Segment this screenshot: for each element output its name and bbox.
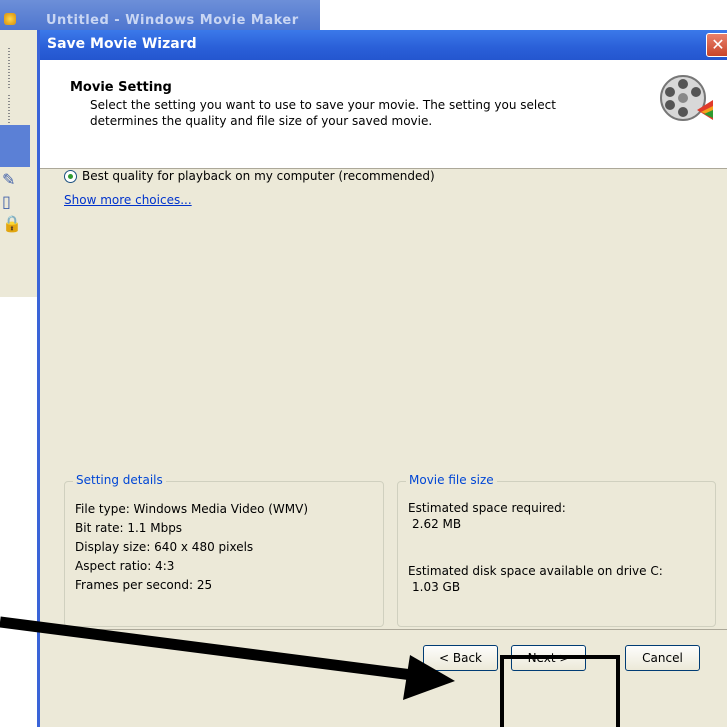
cancel-button[interactable]: Cancel	[625, 645, 700, 671]
document-icon: ▯	[2, 192, 11, 211]
space-required-value: 2.62 MB	[412, 517, 462, 531]
wizard-title: Save Movie Wizard	[47, 36, 197, 52]
quality-option[interactable]: Best quality for playback on my computer…	[64, 169, 435, 183]
detail-file-type: File type: Windows Media Video (WMV)	[75, 502, 309, 516]
next-button[interactable]: Next >	[511, 645, 586, 671]
radio-button-selected[interactable]	[64, 169, 77, 183]
space-required-label: Estimated space required:	[408, 501, 566, 515]
lock-icon: 🔒	[2, 214, 22, 233]
wizard-header: Movie Setting Select the setting you wan…	[40, 60, 727, 169]
detail-bit-rate: Bit rate: 1.1 Mbps	[75, 521, 183, 535]
detail-aspect-ratio: Aspect ratio: 4:3	[75, 559, 175, 573]
background-window-title: Untitled - Windows Movie Maker	[46, 13, 299, 28]
setting-details-group: Setting details File type: Windows Media…	[64, 473, 384, 627]
back-button[interactable]: < Back	[423, 645, 498, 671]
setting-details-list: File type: Windows Media Video (WMV) Bit…	[75, 500, 308, 595]
movie-file-size-group: Movie file size Estimated space required…	[397, 473, 716, 627]
disk-space-label: Estimated disk space available on drive …	[408, 564, 663, 578]
close-icon: ✕	[711, 35, 725, 54]
task-icon: ✎	[2, 170, 16, 189]
disk-space-value: 1.03 GB	[412, 580, 461, 594]
detail-display-size: Display size: 640 x 480 pixels	[75, 540, 254, 554]
show-more-choices-link[interactable]: Show more choices...	[64, 193, 192, 207]
movie-file-size-list: Estimated space required: 2.62 MB Estima…	[408, 500, 663, 595]
page-description: Select the setting you want to use to sa…	[90, 98, 556, 128]
detail-frames-per-second: Frames per second: 25	[75, 578, 213, 592]
wizard-content: Best quality for playback on my computer…	[40, 169, 727, 727]
toolbar-grip	[8, 48, 10, 88]
close-button[interactable]: ✕	[706, 33, 727, 57]
background-window-titlebar: Untitled - Windows Movie Maker	[0, 0, 320, 30]
quality-option-label[interactable]: Best quality for playback on my computer…	[82, 169, 435, 183]
background-tasks-pane	[0, 125, 30, 167]
movie-maker-app-icon	[4, 13, 16, 25]
page-title: Movie Setting	[70, 80, 172, 95]
background-side-icons: ✎ ▯ 🔒	[2, 170, 30, 236]
save-movie-wizard-window: Save Movie Wizard ✕ Movie Setting Select…	[37, 30, 727, 727]
toolbar-grip	[8, 95, 10, 125]
film-reel-icon	[660, 75, 713, 121]
movie-file-size-label: Movie file size	[406, 473, 497, 487]
footer-divider	[40, 629, 727, 630]
setting-details-label: Setting details	[73, 473, 166, 487]
wizard-titlebar[interactable]: Save Movie Wizard ✕	[40, 30, 727, 60]
